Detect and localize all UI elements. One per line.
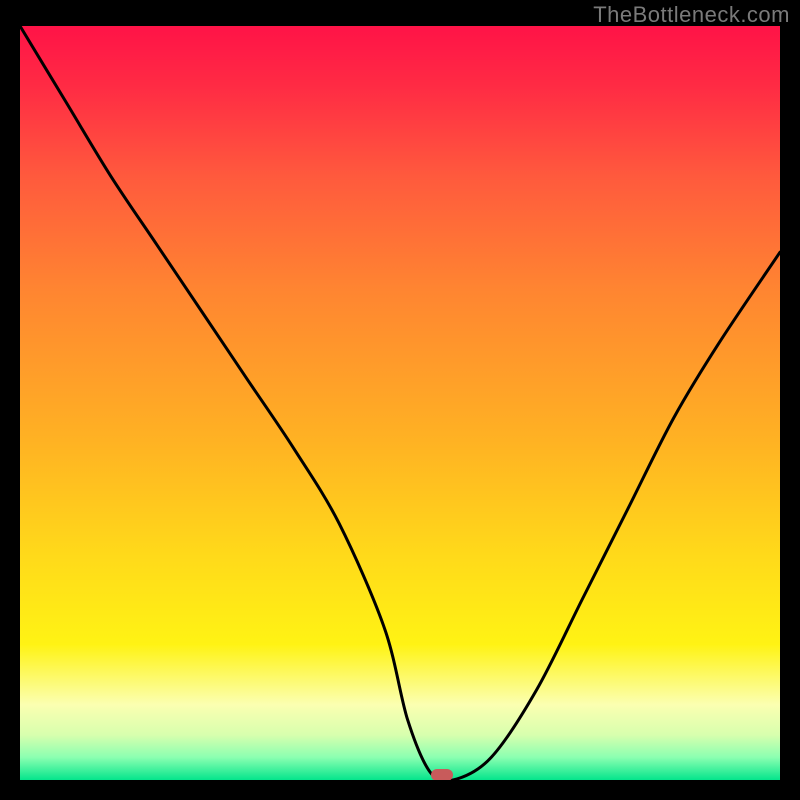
optimal-point-marker — [431, 769, 453, 780]
bottleneck-curve — [20, 26, 780, 780]
plot-area — [20, 26, 780, 780]
watermark-text: TheBottleneck.com — [593, 2, 790, 28]
chart-frame: TheBottleneck.com — [0, 0, 800, 800]
